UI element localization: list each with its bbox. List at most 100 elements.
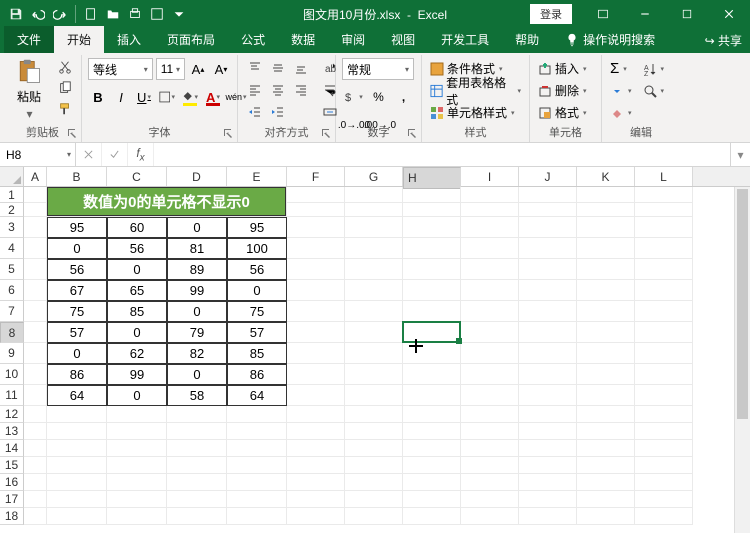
table-cell[interactable]: 0 — [107, 385, 167, 406]
row-header-10[interactable]: 10 — [0, 364, 24, 385]
copy-icon[interactable] — [55, 79, 75, 97]
col-header-J[interactable]: J — [519, 167, 577, 186]
percent-format-icon[interactable]: % — [367, 86, 390, 108]
tab-help[interactable]: 帮助 — [502, 26, 552, 53]
align-center-icon[interactable] — [267, 80, 289, 100]
col-header-E[interactable]: E — [227, 167, 287, 186]
format-painter-icon[interactable] — [55, 100, 75, 118]
table-cell[interactable]: 95 — [47, 217, 107, 238]
font-name-select[interactable]: 等线▾ — [88, 58, 153, 80]
table-cell[interactable]: 67 — [47, 280, 107, 301]
undo-icon[interactable] — [28, 3, 48, 25]
align-middle-icon[interactable] — [267, 58, 289, 78]
cut-icon[interactable] — [55, 58, 75, 76]
row-header-4[interactable]: 4 — [0, 238, 24, 259]
border-button[interactable]: ▾ — [157, 86, 177, 108]
print-preview-icon[interactable] — [125, 3, 145, 25]
table-cell[interactable]: 62 — [107, 343, 167, 364]
table-cell[interactable]: 0 — [47, 343, 107, 364]
tab-file[interactable]: 文件 — [4, 26, 54, 53]
table-cell[interactable]: 79 — [167, 322, 227, 343]
open-icon[interactable] — [103, 3, 123, 25]
tab-view[interactable]: 视图 — [378, 26, 428, 53]
tab-dev[interactable]: 开发工具 — [428, 26, 502, 53]
row-header-15[interactable]: 15 — [0, 457, 24, 474]
table-cell[interactable]: 65 — [107, 280, 167, 301]
cancel-formula-icon[interactable] — [76, 143, 102, 166]
col-header-D[interactable]: D — [167, 167, 227, 186]
table-cell[interactable]: 0 — [167, 301, 227, 322]
format-as-table-button[interactable]: 套用表格格式▾ — [428, 80, 523, 101]
row-header-7[interactable]: 7 — [0, 301, 24, 322]
tab-formula[interactable]: 公式 — [228, 26, 278, 53]
col-header-A[interactable]: A — [24, 167, 47, 186]
alignment-expand-icon[interactable] — [320, 127, 332, 139]
table-cell[interactable]: 99 — [107, 364, 167, 385]
align-top-icon[interactable] — [244, 58, 266, 78]
font-expand-icon[interactable] — [222, 127, 234, 139]
col-header-F[interactable]: F — [287, 167, 345, 186]
insert-cells-button[interactable]: 插入▾ — [536, 58, 595, 79]
format-cells-button[interactable]: 格式▾ — [536, 102, 595, 123]
clear-button[interactable]: ▾ — [608, 102, 634, 123]
table-cell[interactable]: 82 — [167, 343, 227, 364]
fill-handle[interactable] — [456, 338, 462, 344]
number-format-select[interactable]: 常规▾ — [342, 58, 414, 80]
font-size-select[interactable]: 11▾ — [156, 58, 185, 80]
formula-bar-expand-icon[interactable]: ▾ — [730, 143, 750, 166]
table-cell[interactable]: 64 — [47, 385, 107, 406]
table-cell[interactable]: 86 — [227, 364, 287, 385]
number-expand-icon[interactable] — [406, 127, 418, 139]
tell-me-search[interactable]: 操作说明搜索 — [552, 26, 668, 53]
italic-button[interactable]: I — [111, 86, 131, 108]
vertical-scrollbar[interactable] — [734, 187, 750, 533]
align-bottom-icon[interactable] — [290, 58, 312, 78]
clipboard-expand-icon[interactable] — [66, 127, 78, 139]
qat-dropdown-icon[interactable] — [169, 3, 189, 25]
row-header-11[interactable]: 11 — [0, 385, 24, 406]
cell-grid[interactable]: 数值为0的单元格不显示09560095056811005608956676599… — [24, 187, 750, 533]
save-as-icon[interactable] — [147, 3, 167, 25]
table-cell[interactable]: 56 — [47, 259, 107, 280]
fill-button[interactable]: ▾ — [608, 80, 634, 101]
col-header-B[interactable]: B — [47, 167, 107, 186]
name-box[interactable]: H8▾ — [0, 143, 76, 166]
table-cell[interactable]: 0 — [107, 322, 167, 343]
comma-format-icon[interactable]: , — [392, 86, 415, 108]
new-icon[interactable] — [81, 3, 101, 25]
tab-review[interactable]: 审阅 — [328, 26, 378, 53]
bold-button[interactable]: B — [88, 86, 108, 108]
row-header-2[interactable]: 2 — [0, 203, 24, 217]
ribbon-options-icon[interactable] — [582, 0, 624, 28]
accounting-format-icon[interactable]: $▾ — [342, 86, 365, 108]
table-cell[interactable]: 100 — [227, 238, 287, 259]
decrease-indent-icon[interactable] — [244, 102, 266, 122]
grow-font-icon[interactable]: A▴ — [188, 58, 208, 80]
row-header-13[interactable]: 13 — [0, 423, 24, 440]
table-cell[interactable]: 85 — [227, 343, 287, 364]
col-header-H[interactable]: H — [403, 167, 461, 189]
table-cell[interactable]: 64 — [227, 385, 287, 406]
fill-color-button[interactable]: ▾ — [180, 86, 200, 108]
find-select-button[interactable]: ▾ — [641, 80, 667, 101]
table-cell[interactable]: 99 — [167, 280, 227, 301]
table-cell[interactable]: 75 — [227, 301, 287, 322]
tab-data[interactable]: 数据 — [278, 26, 328, 53]
autosum-button[interactable]: Σ▾ — [608, 58, 634, 79]
row-header-12[interactable]: 12 — [0, 406, 24, 423]
row-header-1[interactable]: 1 — [0, 187, 24, 203]
row-header-18[interactable]: 18 — [0, 508, 24, 525]
confirm-formula-icon[interactable] — [102, 143, 128, 166]
save-icon[interactable] — [6, 3, 26, 25]
col-header-I[interactable]: I — [461, 167, 519, 186]
col-header-L[interactable]: L — [635, 167, 693, 186]
table-cell[interactable]: 58 — [167, 385, 227, 406]
table-cell[interactable]: 56 — [107, 238, 167, 259]
table-cell[interactable]: 95 — [227, 217, 287, 238]
row-header-5[interactable]: 5 — [0, 259, 24, 280]
tab-insert[interactable]: 插入 — [104, 26, 154, 53]
cell-styles-button[interactable]: 单元格样式▾ — [428, 102, 523, 123]
col-header-K[interactable]: K — [577, 167, 635, 186]
table-cell[interactable]: 86 — [47, 364, 107, 385]
insert-function-icon[interactable]: fx — [128, 143, 154, 166]
